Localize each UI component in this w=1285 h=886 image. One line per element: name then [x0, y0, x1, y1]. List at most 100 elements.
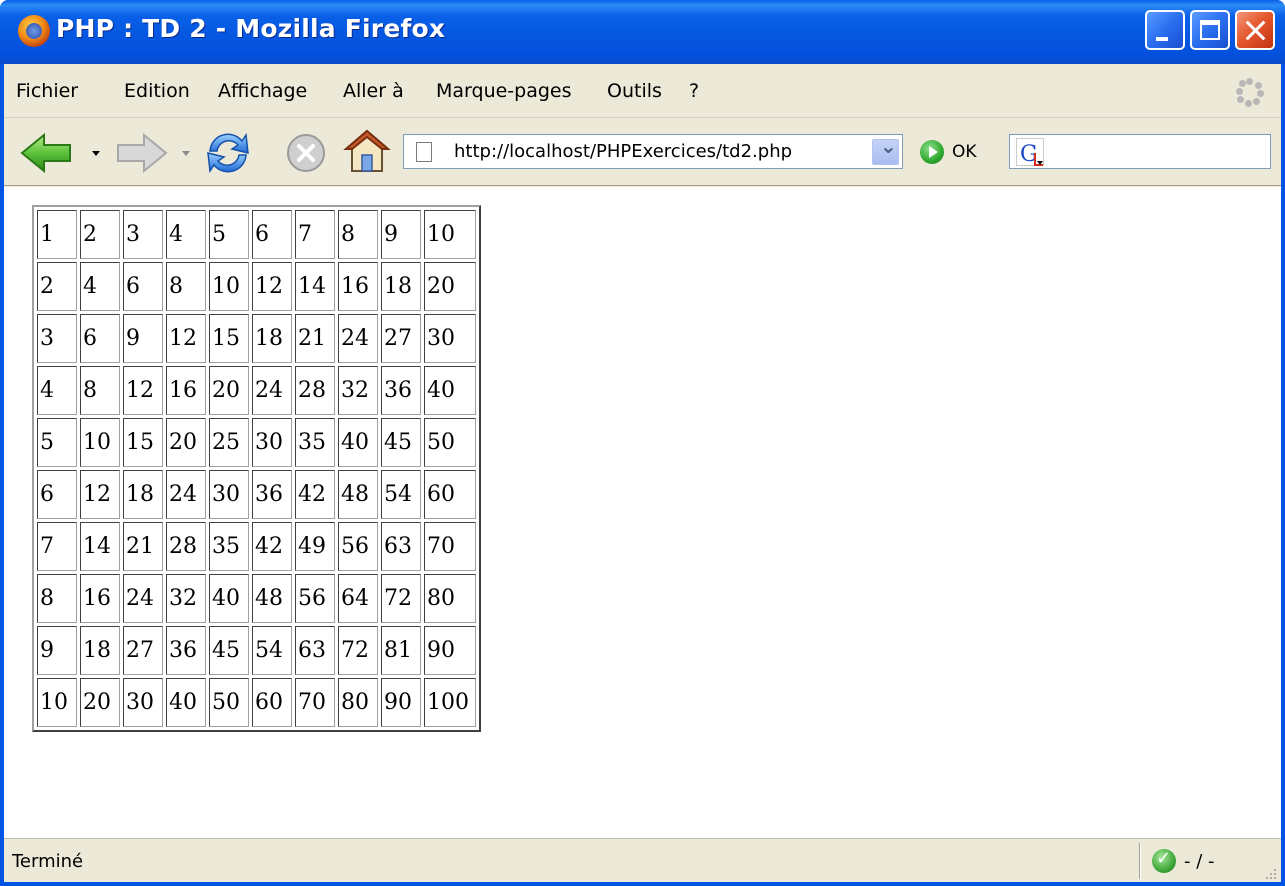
table-cell: 8	[37, 574, 77, 623]
minimize-button[interactable]	[1145, 10, 1185, 50]
search-engine-icon[interactable]: G	[1016, 138, 1044, 167]
menu-edition[interactable]: Edition	[124, 80, 190, 102]
menu-aller-a[interactable]: Aller à	[343, 80, 404, 102]
table-cell: 40	[166, 678, 206, 727]
forward-arrow-icon[interactable]	[112, 133, 168, 173]
table-row: 3 6 9 12 15 18 21 24 27 30	[37, 314, 476, 363]
table-cell: 18	[381, 262, 421, 311]
table-cell: 56	[338, 522, 378, 571]
home-icon[interactable]	[342, 127, 392, 175]
resize-grip-icon[interactable]	[1262, 865, 1278, 881]
search-input[interactable]: G	[1009, 134, 1271, 169]
table-cell: 63	[295, 626, 335, 675]
throbber-icon	[1236, 78, 1264, 107]
table-cell: 40	[209, 574, 249, 623]
table-cell: 35	[295, 418, 335, 467]
stop-icon[interactable]	[284, 131, 328, 175]
table-cell: 6	[37, 470, 77, 519]
table-cell: 40	[424, 366, 476, 415]
table-cell: 90	[381, 678, 421, 727]
table-cell: 10	[424, 210, 476, 259]
security-status: - / -	[1184, 851, 1215, 872]
table-cell: 24	[123, 574, 163, 623]
table-cell: 2	[80, 210, 120, 259]
window-title: PHP : TD 2 - Mozilla Firefox	[56, 14, 446, 43]
table-cell: 4	[166, 210, 206, 259]
go-button[interactable]: OK	[952, 142, 977, 162]
forward-history-dropdown-icon[interactable]	[182, 151, 190, 156]
table-cell: 9	[381, 210, 421, 259]
menu-fichier[interactable]: Fichier	[16, 80, 78, 102]
table-cell: 10	[80, 418, 120, 467]
close-button[interactable]	[1235, 10, 1275, 50]
table-cell: 32	[338, 366, 378, 415]
table-cell: 20	[80, 678, 120, 727]
table-cell: 48	[338, 470, 378, 519]
table-cell: 18	[252, 314, 292, 363]
table-cell: 48	[252, 574, 292, 623]
table-cell: 20	[209, 366, 249, 415]
table-cell: 24	[252, 366, 292, 415]
table-cell: 36	[381, 366, 421, 415]
table-cell: 12	[252, 262, 292, 311]
table-cell: 72	[338, 626, 378, 675]
reload-icon[interactable]	[202, 127, 254, 179]
table-cell: 81	[381, 626, 421, 675]
table-cell: 80	[338, 678, 378, 727]
table-cell: 80	[424, 574, 476, 623]
table-cell: 12	[123, 366, 163, 415]
table-cell: 8	[166, 262, 206, 311]
browser-window: PHP : TD 2 - Mozilla Firefox Fichier Edi…	[0, 0, 1285, 886]
url-bar[interactable]: http://localhost/PHPExercices/td2.php	[403, 134, 903, 169]
table-cell: 7	[37, 522, 77, 571]
table-cell: 12	[166, 314, 206, 363]
table-cell: 18	[123, 470, 163, 519]
table-cell: 100	[424, 678, 476, 727]
menu-affichage[interactable]: Affichage	[218, 80, 307, 102]
table-cell: 1	[37, 210, 77, 259]
table-cell: 16	[80, 574, 120, 623]
url-history-dropdown-icon[interactable]	[872, 134, 899, 165]
table-row: 7 14 21 28 35 42 49 56 63 70	[37, 522, 476, 571]
table-cell: 8	[338, 210, 378, 259]
table-cell: 70	[424, 522, 476, 571]
table-row: 6 12 18 24 30 36 42 48 54 60	[37, 470, 476, 519]
url-input[interactable]: http://localhost/PHPExercices/td2.php	[454, 141, 792, 162]
table-cell: 54	[252, 626, 292, 675]
page-icon	[416, 142, 432, 162]
table-cell: 6	[80, 314, 120, 363]
table-cell: 16	[338, 262, 378, 311]
status-check-icon	[1152, 848, 1176, 873]
menu-outils[interactable]: Outils	[607, 80, 662, 102]
go-icon[interactable]	[920, 140, 944, 164]
table-cell: 10	[37, 678, 77, 727]
table-cell: 50	[209, 678, 249, 727]
table-cell: 30	[424, 314, 476, 363]
browser-frame: Fichier Edition Affichage Aller à Marque…	[4, 64, 1281, 882]
table-cell: 60	[252, 678, 292, 727]
table-cell: 4	[80, 262, 120, 311]
table-cell: 54	[381, 470, 421, 519]
menu-marque-pages[interactable]: Marque-pages	[436, 80, 572, 102]
table-cell: 24	[166, 470, 206, 519]
table-cell: 24	[338, 314, 378, 363]
table-cell: 21	[295, 314, 335, 363]
table-cell: 5	[209, 210, 249, 259]
table-cell: 15	[209, 314, 249, 363]
table-cell: 30	[209, 470, 249, 519]
table-cell: 56	[295, 574, 335, 623]
title-bar[interactable]: PHP : TD 2 - Mozilla Firefox	[0, 0, 1285, 64]
table-cell: 28	[295, 366, 335, 415]
maximize-button[interactable]	[1190, 10, 1230, 50]
table-cell: 30	[252, 418, 292, 467]
menu-help[interactable]: ?	[689, 80, 699, 102]
back-history-dropdown-icon[interactable]	[92, 151, 100, 156]
table-cell: 35	[209, 522, 249, 571]
table-cell: 9	[37, 626, 77, 675]
table-row: 9 18 27 36 45 54 63 72 81 90	[37, 626, 476, 675]
table-cell: 25	[209, 418, 249, 467]
table-cell: 45	[209, 626, 249, 675]
table-cell: 20	[424, 262, 476, 311]
table-cell: 49	[295, 522, 335, 571]
back-arrow-icon[interactable]	[20, 133, 76, 173]
